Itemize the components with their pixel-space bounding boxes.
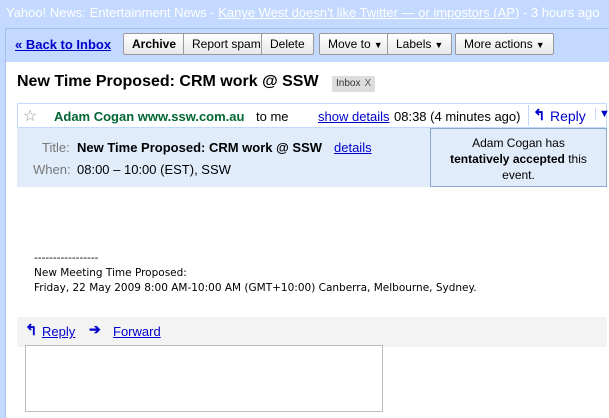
reply-button[interactable]: ↰ Reply ▼ <box>528 105 609 126</box>
labels-button[interactable]: Labels ▼ <box>387 33 453 55</box>
forward-link[interactable]: Forward <box>113 324 161 339</box>
message-time: 08:38 (4 minutes ago) <box>394 109 521 124</box>
recipient-text: to me <box>256 109 289 124</box>
invite-details-link[interactable]: details <box>334 140 372 155</box>
invitation-box: Title: New Time Proposed: CRM work @ SSW… <box>17 128 607 187</box>
show-details-link[interactable]: show details <box>318 109 390 124</box>
invite-title-label: Title: <box>42 140 70 155</box>
move-to-button[interactable]: Move to ▼ <box>319 33 392 55</box>
reply-button-label: Reply <box>550 108 586 124</box>
label-name: Inbox <box>336 78 361 89</box>
rsvp-status-post2: event. <box>502 168 535 182</box>
news-link[interactable]: Kanye West doesn't like Twitter — or imp… <box>218 5 519 20</box>
email-subject: New Time Proposed: CRM work @ SSW <box>17 73 319 90</box>
reply-icon[interactable]: ↰ <box>25 321 38 339</box>
chevron-down-icon: ▼ <box>434 40 444 50</box>
invite-when: 08:00 – 10:00 (EST), SSW <box>77 162 231 177</box>
rsvp-status-post1: this <box>568 152 587 166</box>
message-header: ☆ Adam Cogan www.ssw.com.au to me show d… <box>17 103 609 128</box>
archive-button[interactable]: Archive <box>123 33 186 55</box>
chevron-down-icon: ▼ <box>373 40 383 50</box>
reply-dropdown-icon[interactable]: ▼ <box>595 108 609 120</box>
news-prefix: Yahoo! News: Entertainment News - <box>6 5 219 20</box>
body-line-3: Friday, 22 May 2009 8:00 AM-10:00 AM (GM… <box>34 282 477 294</box>
news-bar: Yahoo! News: Entertainment News - Kanye … <box>0 0 609 28</box>
chevron-down-icon: ▼ <box>535 40 545 50</box>
toolbar: « Back to Inbox Archive Report spam Dele… <box>6 29 609 62</box>
body-line-2: New Meeting Time Proposed: <box>34 267 187 279</box>
inbox-label-tag: Inbox X <box>332 76 376 92</box>
more-actions-button[interactable]: More actions ▼ <box>455 33 554 55</box>
back-to-inbox-link[interactable]: « Back to Inbox <box>15 37 111 52</box>
reply-arrow-icon: ↰ <box>533 107 546 124</box>
remove-label-icon[interactable]: X <box>364 78 371 89</box>
message-actions: ↰ Reply ➔ Forward <box>17 317 607 347</box>
quick-reply-textarea[interactable] <box>25 345 383 412</box>
rsvp-status-box: Adam Cogan has tentatively accepted this… <box>430 128 607 187</box>
invite-title: New Time Proposed: CRM work @ SSW <box>77 140 323 155</box>
news-suffix: - 3 hours ago <box>519 5 600 20</box>
body-line-1: ----------------- <box>34 252 99 264</box>
forward-icon[interactable]: ➔ <box>89 321 101 338</box>
sender-name: Adam Cogan www.ssw.com.au <box>54 109 245 124</box>
move-to-label: Move to <box>328 37 371 51</box>
labels-label: Labels <box>396 37 432 51</box>
message-panel: « Back to Inbox Archive Report spam Dele… <box>5 28 609 418</box>
rsvp-status-pre: Adam Cogan has <box>472 136 565 150</box>
report-spam-button[interactable]: Report spam <box>183 33 270 55</box>
message-body: ----------------- New Meeting Time Propos… <box>34 251 477 296</box>
reply-link[interactable]: Reply <box>42 324 75 339</box>
more-actions-label: More actions <box>464 37 533 51</box>
delete-button[interactable]: Delete <box>261 33 314 55</box>
invite-when-label: When: <box>33 162 71 177</box>
rsvp-status-bold: tentatively accepted <box>450 152 565 166</box>
star-icon[interactable]: ☆ <box>23 106 37 126</box>
